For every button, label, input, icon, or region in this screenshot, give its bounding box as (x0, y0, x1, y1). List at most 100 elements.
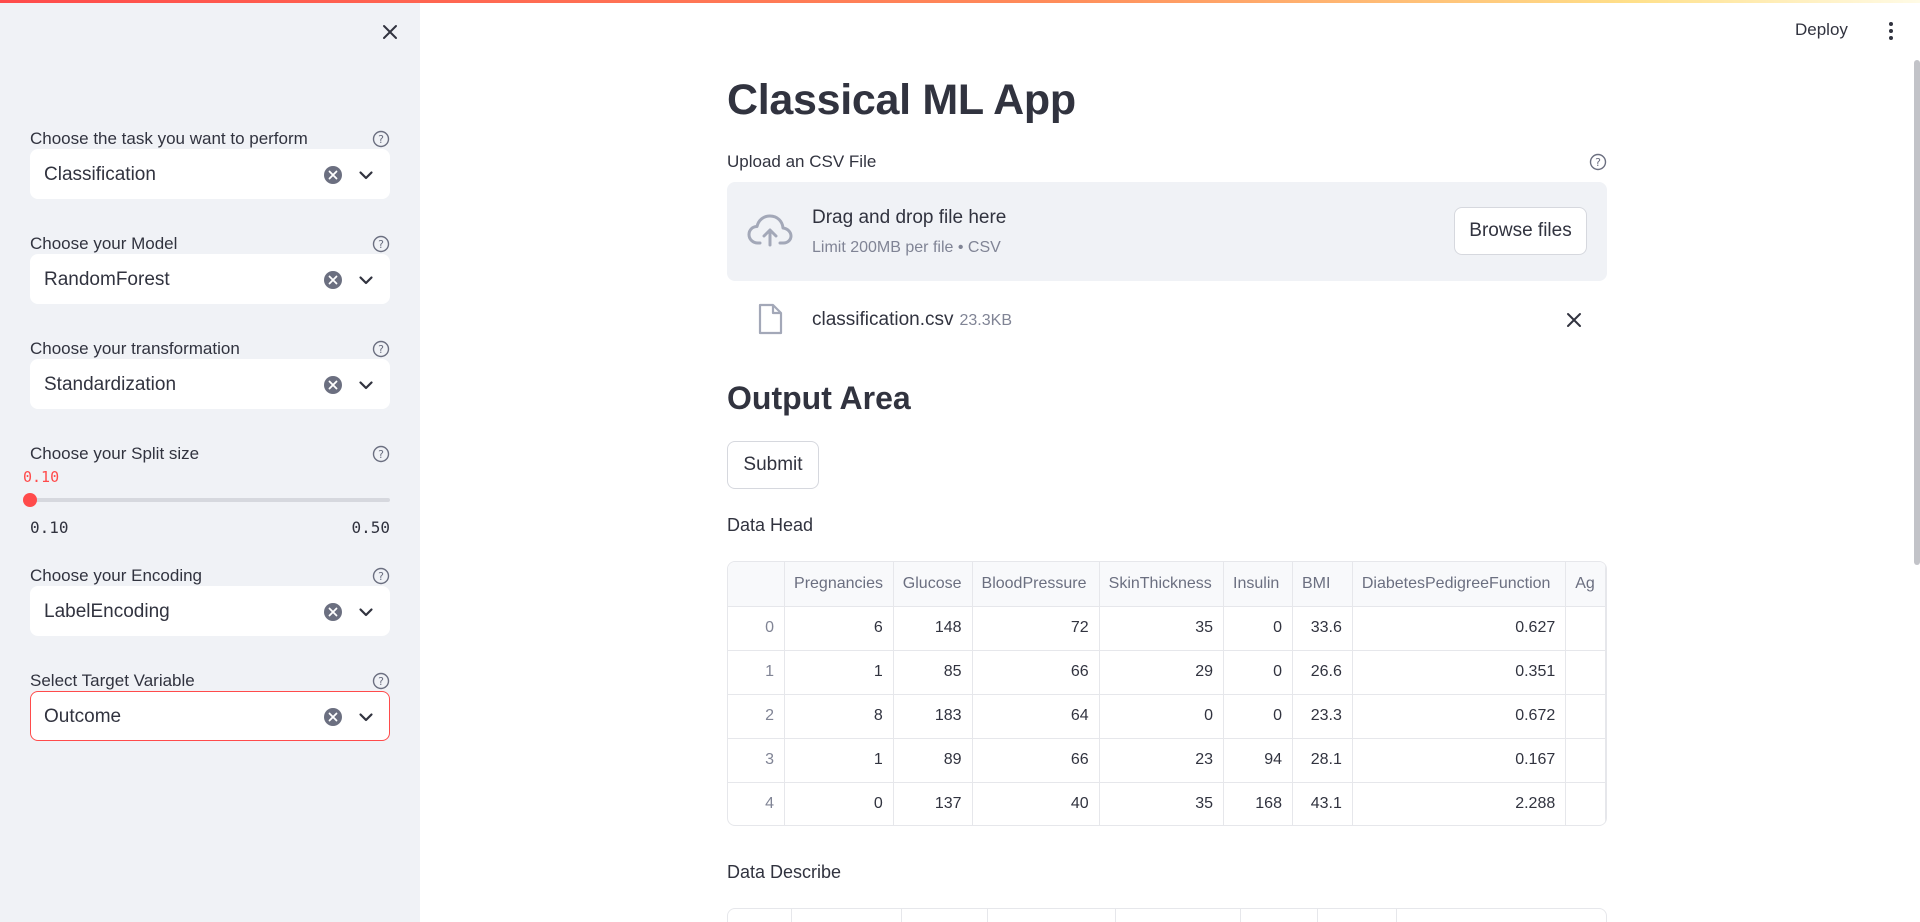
table-cell[interactable]: 40 (972, 782, 1100, 825)
table-cell[interactable]: 85 (893, 650, 973, 695)
column-header[interactable]: BMI (1292, 562, 1353, 607)
table-cell[interactable]: 0 (1223, 606, 1293, 651)
kebab-menu-icon[interactable] (1882, 20, 1900, 42)
table-cell[interactable] (1565, 694, 1606, 739)
help-icon[interactable]: ? (372, 672, 390, 690)
table-row[interactable]: 4 0 137 40 35 168 43.1 2.288 (728, 782, 1606, 825)
table-cell[interactable] (1565, 606, 1606, 651)
submit-button[interactable]: Submit (727, 441, 819, 489)
help-icon[interactable]: ? (1589, 153, 1607, 171)
table-cell[interactable]: 148 (893, 606, 973, 651)
table-cell[interactable]: 8 (784, 694, 894, 739)
slider-max-label: 0.50 (351, 518, 390, 537)
table-cell[interactable] (1565, 782, 1606, 825)
table-cell[interactable]: 23 (1099, 738, 1225, 783)
table-column (792, 909, 902, 922)
help-icon[interactable]: ? (372, 235, 390, 253)
table-cell[interactable]: 0.672 (1352, 694, 1567, 739)
table-cell[interactable]: 3 (728, 738, 786, 783)
table-cell[interactable]: 0 (1223, 694, 1293, 739)
scrollbar-thumb[interactable] (1914, 60, 1920, 565)
data-describe-table[interactable] (727, 908, 1607, 922)
data-head-table[interactable]: Pregnancies Glucose BloodPressure SkinTh… (727, 561, 1607, 826)
chevron-down-icon[interactable] (357, 603, 375, 621)
table-cell[interactable]: 137 (893, 782, 973, 825)
task-select[interactable]: Classification (30, 149, 390, 199)
table-cell[interactable]: 0.627 (1352, 606, 1567, 651)
table-cell[interactable]: 94 (1223, 738, 1293, 783)
column-header[interactable]: Ag (1565, 562, 1606, 607)
chevron-down-icon[interactable] (357, 271, 375, 289)
clear-icon[interactable] (323, 270, 343, 290)
clear-icon[interactable] (323, 375, 343, 395)
table-cell[interactable]: 43.1 (1292, 782, 1353, 825)
clear-icon[interactable] (323, 165, 343, 185)
table-cell[interactable]: 66 (972, 738, 1100, 783)
table-cell[interactable]: 1 (784, 738, 894, 783)
column-header[interactable] (728, 562, 786, 607)
column-header[interactable]: SkinThickness (1099, 562, 1225, 607)
table-row[interactable]: 2 8 183 64 0 0 23.3 0.672 (728, 694, 1606, 739)
column-header[interactable]: Pregnancies (784, 562, 894, 607)
table-cell[interactable]: 0.167 (1352, 738, 1567, 783)
encoding-select[interactable]: LabelEncoding (30, 586, 390, 636)
transformation-select[interactable]: Standardization (30, 359, 390, 409)
table-cell[interactable]: 35 (1099, 606, 1225, 651)
table-cell[interactable]: 1 (728, 650, 786, 695)
encoding-label: Choose your Encoding (30, 566, 203, 585)
close-icon[interactable] (378, 20, 402, 44)
table-cell[interactable]: 66 (972, 650, 1100, 695)
slider-track[interactable] (30, 498, 390, 502)
table-cell[interactable]: 4 (728, 782, 786, 825)
column-header[interactable]: BloodPressure (972, 562, 1100, 607)
page-title: Classical ML App (727, 76, 1076, 124)
table-column (902, 909, 988, 922)
column-header[interactable]: Glucose (893, 562, 973, 607)
column-header[interactable]: DiabetesPedigreeFunction (1352, 562, 1567, 607)
table-cell[interactable] (1565, 650, 1606, 695)
slider-thumb[interactable] (23, 493, 37, 507)
table-cell[interactable]: 0 (784, 782, 894, 825)
model-select[interactable]: RandomForest (30, 254, 390, 304)
table-cell[interactable]: 29 (1099, 650, 1225, 695)
deploy-button[interactable]: Deploy (1795, 20, 1848, 40)
table-cell[interactable]: 1 (784, 650, 894, 695)
table-column (1241, 909, 1318, 922)
table-cell[interactable]: 6 (784, 606, 894, 651)
uploaded-file-row: classification.csv 23.3KB (727, 295, 1607, 343)
column-header[interactable]: Insulin (1223, 562, 1293, 607)
table-cell[interactable]: 35 (1099, 782, 1225, 825)
table-cell[interactable]: 89 (893, 738, 973, 783)
table-row[interactable]: 1 1 85 66 29 0 26.6 0.351 (728, 650, 1606, 695)
chevron-down-icon[interactable] (357, 708, 375, 726)
table-cell[interactable]: 0 (1223, 650, 1293, 695)
table-cell[interactable]: 0 (1099, 694, 1225, 739)
clear-icon[interactable] (323, 707, 343, 727)
table-row[interactable]: 3 1 89 66 23 94 28.1 0.167 (728, 738, 1606, 783)
chevron-down-icon[interactable] (357, 376, 375, 394)
browse-files-button[interactable]: Browse files (1454, 207, 1587, 255)
help-icon[interactable]: ? (372, 340, 390, 358)
table-cell[interactable]: 0 (728, 606, 786, 651)
table-cell[interactable]: 72 (972, 606, 1100, 651)
table-cell[interactable] (1565, 738, 1606, 783)
table-cell[interactable]: 2 (728, 694, 786, 739)
file-dropzone[interactable]: Drag and drop file here Limit 200MB per … (727, 182, 1607, 281)
table-cell[interactable]: 183 (893, 694, 973, 739)
table-cell[interactable]: 33.6 (1292, 606, 1353, 651)
table-cell[interactable]: 28.1 (1292, 738, 1353, 783)
table-cell[interactable]: 64 (972, 694, 1100, 739)
table-cell[interactable]: 23.3 (1292, 694, 1353, 739)
close-icon[interactable] (1563, 309, 1585, 331)
table-cell[interactable]: 0.351 (1352, 650, 1567, 695)
clear-icon[interactable] (323, 602, 343, 622)
table-cell[interactable]: 168 (1223, 782, 1293, 825)
table-cell[interactable]: 2.288 (1352, 782, 1567, 825)
chevron-down-icon[interactable] (357, 166, 375, 184)
table-row[interactable]: 0 6 148 72 35 0 33.6 0.627 (728, 606, 1606, 651)
help-icon[interactable]: ? (372, 130, 390, 148)
split-size-slider: 0.10 0.10 0.50 (23, 443, 390, 543)
target-select[interactable]: Outcome (30, 691, 390, 741)
help-icon[interactable]: ? (372, 567, 390, 585)
table-cell[interactable]: 26.6 (1292, 650, 1353, 695)
